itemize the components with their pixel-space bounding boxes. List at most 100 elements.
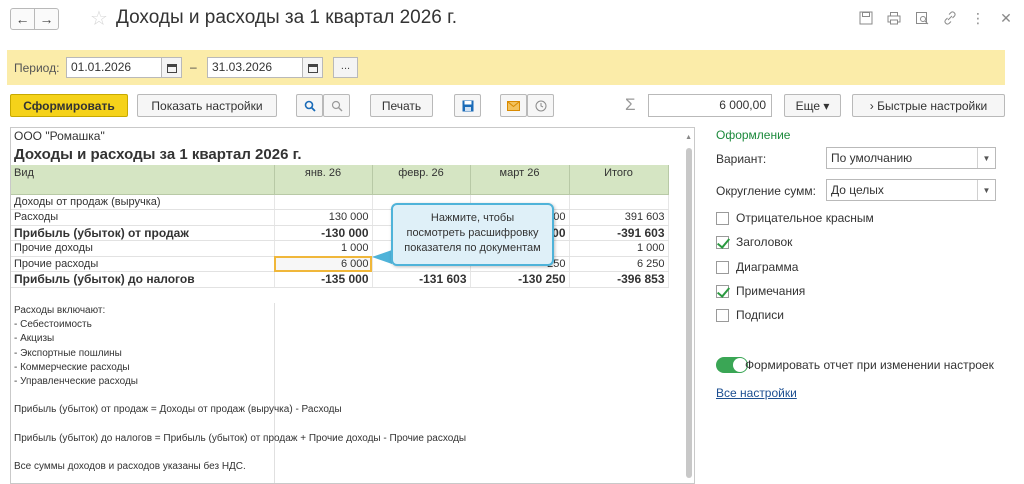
show-settings-button[interactable]: Показать настройки	[137, 94, 277, 117]
floppy-icon	[462, 100, 473, 111]
toggle-label: Формировать отчет при изменении настроек	[745, 358, 994, 372]
vertical-scrollbar[interactable]	[686, 148, 692, 478]
checkbox-icon	[716, 308, 729, 322]
title-bar: ← → ☆ Доходы и расходы за 1 квартал 2026…	[0, 0, 1024, 40]
date-from-input[interactable]: 01.01.2026	[66, 57, 163, 78]
save-button[interactable]	[454, 94, 481, 117]
table-cell[interactable]	[274, 194, 373, 210]
tooltip-line: Нажмите, чтобы	[430, 212, 515, 224]
chevron-down-icon: ▼	[977, 180, 995, 200]
table-cell[interactable]: 6 250	[569, 256, 669, 272]
rounding-label: Округление сумм:	[716, 184, 816, 198]
note-line: Прибыль (убыток) до налогов = Прибыль (у…	[14, 432, 467, 444]
tooltip-line: показателя по документам	[404, 242, 541, 254]
checkbox-notes[interactable]: Примечания	[716, 284, 805, 298]
more-menu-button[interactable]: Еще ▾	[784, 94, 841, 117]
envelope-icon	[507, 100, 520, 111]
table-cell[interactable]: -130 250	[470, 271, 570, 288]
note-line	[14, 389, 466, 403]
report-area[interactable]: ООО "Ромашка" Доходы и расходы за 1 квар…	[10, 127, 695, 484]
all-settings-link[interactable]: Все настройки	[716, 386, 797, 400]
table-cell[interactable]: -391 603	[569, 225, 669, 241]
table-cell[interactable]: 1 000	[569, 240, 669, 257]
table-cell[interactable]	[569, 194, 669, 210]
chevron-down-icon: ▼	[977, 148, 995, 168]
send-email-button[interactable]	[500, 94, 527, 117]
table-row: Прибыль (убыток) от продаж -130 000 00 -…	[11, 225, 669, 241]
checkbox-label: Отрицательное красным	[736, 211, 874, 225]
checkbox-negative-red[interactable]: Отрицательное красным	[716, 211, 874, 225]
column-header: Итого	[569, 165, 669, 195]
star-icon[interactable]: ☆	[90, 6, 108, 31]
more-vertical-icon[interactable]: ⋮	[970, 10, 986, 26]
row-label: Прочие доходы	[11, 240, 275, 257]
table-cell[interactable]: 130 000	[274, 209, 373, 226]
note-line: - Акцизы	[14, 333, 55, 345]
forward-button[interactable]: →	[34, 8, 59, 30]
back-button[interactable]: ←	[10, 8, 35, 30]
auto-generate-toggle[interactable]	[716, 357, 748, 373]
row-label: Доходы от продаж (выручка)	[11, 194, 275, 210]
checkbox-label: Примечания	[736, 284, 806, 298]
preview-icon[interactable]	[914, 10, 930, 26]
table-row: Расходы 130 000 00 391 603	[11, 209, 669, 226]
variant-label: Вариант:	[716, 152, 767, 166]
table-cell[interactable]: -135 000	[274, 271, 373, 288]
note-line	[14, 418, 466, 432]
drilldown-tooltip: Нажмите, чтобы посмотреть расшифровку по…	[391, 203, 554, 266]
search-cancel-button[interactable]	[323, 94, 350, 117]
arrow-left-icon: ←	[15, 11, 30, 27]
section-title: Оформление	[716, 128, 791, 142]
note-line: - Себестоимость	[14, 319, 92, 331]
period-select-button[interactable]: ...	[333, 57, 358, 78]
rounding-value: До целых	[831, 183, 884, 197]
date-to-input[interactable]: 31.03.2026	[207, 57, 304, 78]
calendar-icon[interactable]	[302, 57, 323, 78]
note-line: Все суммы доходов и расходов указаны без…	[14, 461, 246, 473]
checkbox-header[interactable]: Заголовок	[716, 235, 792, 249]
table-cell[interactable]: -396 853	[569, 271, 669, 288]
variant-select[interactable]: По умолчанию ▼	[826, 147, 996, 169]
selected-sum-field: 6 000,00	[648, 94, 772, 117]
checkbox-chart[interactable]: Диаграмма	[716, 260, 798, 274]
schedule-button[interactable]	[527, 94, 554, 117]
calendar-icon[interactable]	[161, 57, 182, 78]
note-line: Расходы включают:	[14, 305, 106, 316]
row-label: Прибыль (убыток) от продаж	[11, 225, 275, 241]
clock-icon	[535, 100, 546, 111]
search-button[interactable]	[296, 94, 323, 117]
print-button[interactable]: Печать	[370, 94, 433, 117]
rounding-select[interactable]: До целых ▼	[826, 179, 996, 201]
checkbox-signatures[interactable]: Подписи	[716, 308, 784, 322]
table-row: Доходы от продаж (выручка)	[11, 194, 669, 210]
link-icon[interactable]	[942, 10, 958, 26]
generate-button[interactable]: Сформировать	[10, 94, 128, 117]
row-label: Прибыль (убыток) до налогов	[11, 271, 275, 288]
arrow-right-icon: →	[39, 11, 54, 27]
window-title: Доходы и расходы за 1 квартал 2026 г.	[116, 7, 458, 28]
save-icon[interactable]	[858, 10, 874, 26]
note-line: - Управленческие расходы	[14, 375, 138, 387]
table-cell[interactable]: -131 603	[372, 271, 471, 288]
checkmark-icon	[716, 235, 729, 249]
table-cell[interactable]: 1 000	[274, 240, 373, 257]
note-line: - Экспортные пошлины	[14, 347, 122, 359]
checkbox-icon	[716, 211, 729, 225]
table-cell[interactable]: 391 603	[569, 209, 669, 226]
checkbox-label: Диаграмма	[736, 260, 799, 274]
close-icon[interactable]: ✕	[998, 10, 1014, 26]
checkbox-label: Подписи	[736, 308, 784, 322]
quick-settings-button[interactable]: › Быстрые настройки	[852, 94, 1005, 117]
table-row: Прочие расходы 6 000 250 6 250	[11, 256, 669, 272]
table-row: Прочие доходы 1 000 1 000	[11, 240, 669, 257]
table-cell[interactable]: -130 000	[274, 225, 373, 241]
report-title: Доходы и расходы за 1 квартал 2026 г.	[14, 146, 302, 163]
report-table: Вид янв. 26 февр. 26 март 26 Итого Доход…	[11, 165, 669, 288]
scroll-up-icon[interactable]: ▲	[685, 134, 692, 141]
search-clear-icon	[331, 100, 342, 111]
tooltip-pointer	[372, 250, 392, 264]
column-header: янв. 26	[274, 165, 373, 195]
selected-cell[interactable]: 6 000	[274, 256, 373, 272]
checkbox-icon	[716, 260, 729, 274]
print-icon[interactable]	[886, 10, 902, 26]
